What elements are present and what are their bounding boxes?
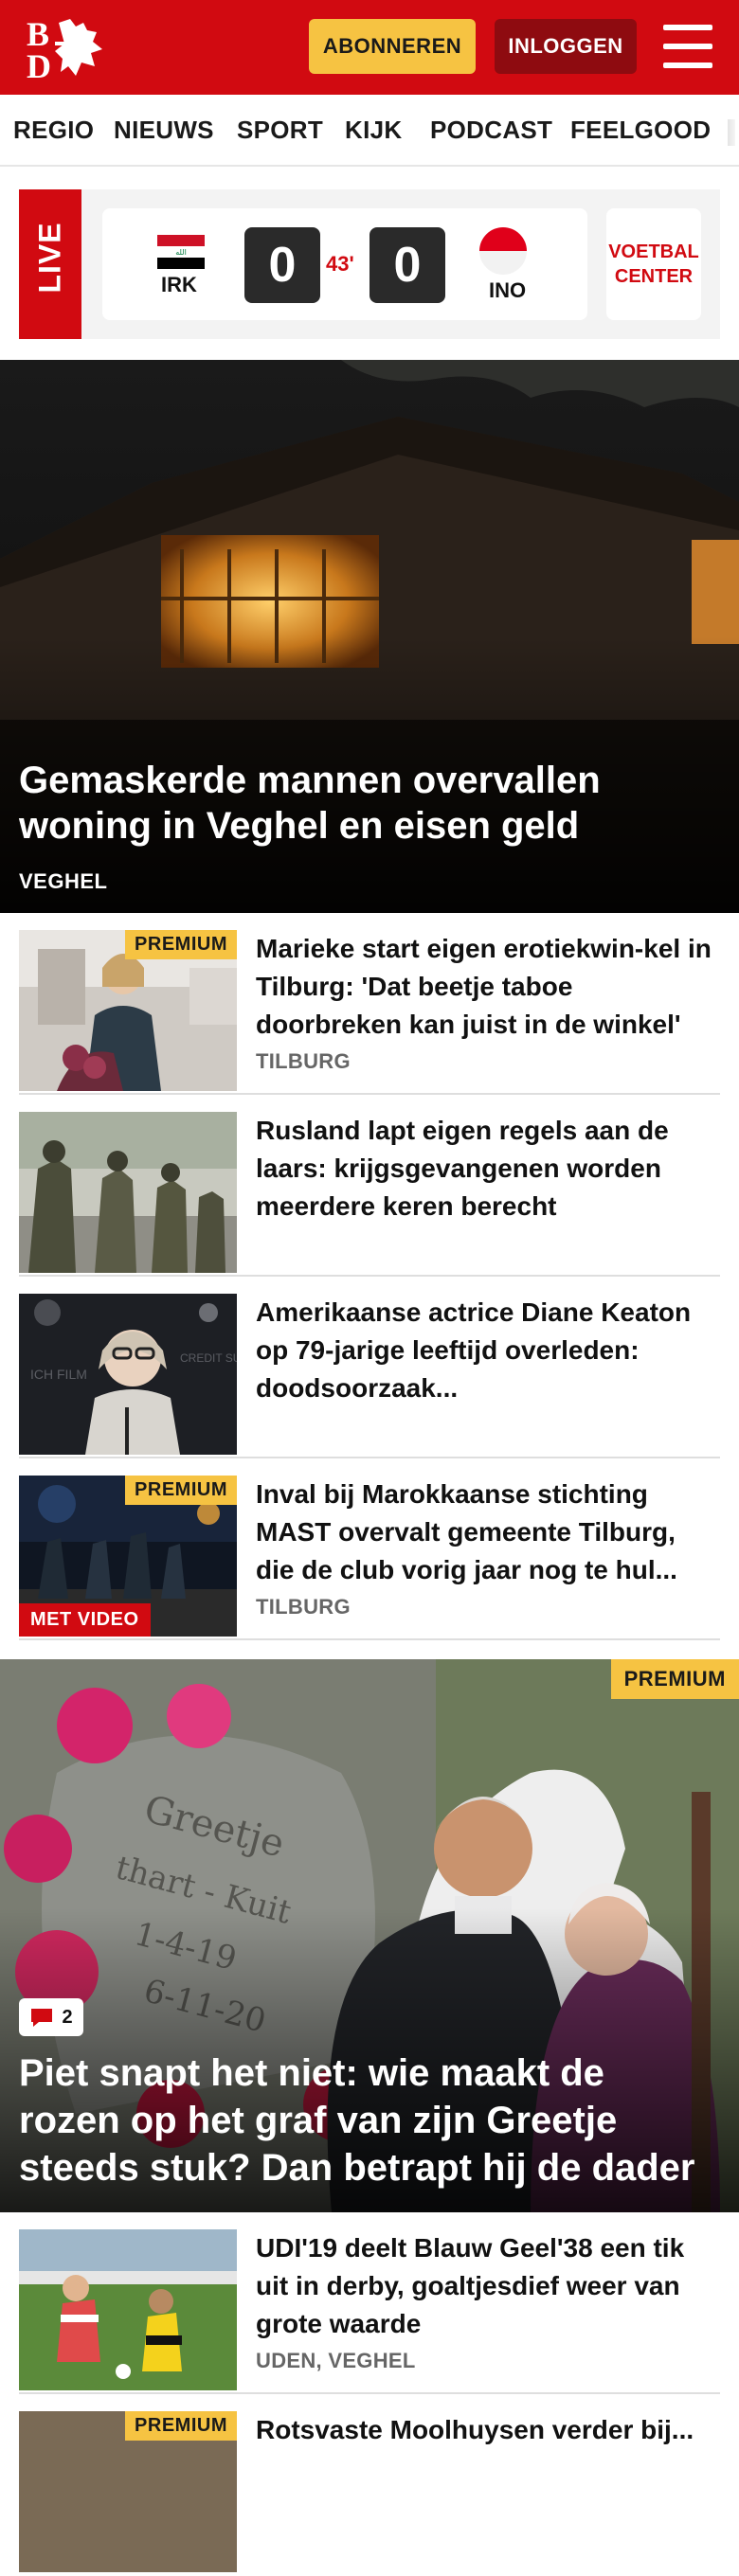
nav-fade <box>711 95 739 165</box>
hero-2-title-line3: steeds stuk? Dan betrapt hij de dader <box>19 2147 695 2189</box>
nav-item-kijk[interactable]: KIJK <box>345 116 402 145</box>
article-thumbnail <box>19 1112 237 1273</box>
live-tag: LIVE <box>19 189 81 339</box>
nav-item-podcast[interactable]: PODCAST <box>430 116 552 145</box>
hero-2-title-line2: rozen op het graf van zijn Greetje <box>19 2100 618 2141</box>
list-item[interactable]: PREMIUM MET VIDEO Inval bij Marokkaanse … <box>19 1458 720 1640</box>
score-card[interactable]: الله IRK 0 43' 0 INO <box>102 208 587 320</box>
article-title[interactable]: Amerikaanse actrice Diane Keaton op 79-j… <box>256 1294 720 1407</box>
article-thumbnail: PREMIUM MET VIDEO <box>19 1476 237 1637</box>
voetbal-center-link[interactable]: VOETBAL CENTER <box>606 208 701 320</box>
nav-item-feelgood[interactable]: FEELGOOD <box>570 116 711 145</box>
premium-badge: PREMIUM <box>610 1659 739 1699</box>
list-item[interactable]: Rusland lapt eigen regels aan de laars: … <box>19 1095 720 1277</box>
article-title[interactable]: Rusland lapt eigen regels aan de laars: … <box>256 1112 720 1225</box>
hero-1-title-line2: woning in Veghel en eisen geld <box>19 805 580 847</box>
comment-count-badge[interactable]: 2 <box>19 1998 83 2036</box>
hero-1-title-line1: Gemaskerde mannen overvallen <box>19 760 601 801</box>
home-team: IRK <box>161 273 197 296</box>
premium-badge: PREMIUM <box>125 930 237 959</box>
list-item[interactable]: PREMIUM Rotsvaste Moolhuysen verder bij.… <box>19 2394 720 2576</box>
svg-text:الله: الله <box>175 248 187 257</box>
video-badge: MET VIDEO <box>19 1603 151 1637</box>
article-thumbnail: PREMIUM <box>19 930 237 1091</box>
live-label: LIVE <box>32 222 67 294</box>
iraq-flag-icon: الله <box>157 235 205 269</box>
hero-1-title[interactable]: Gemaskerde mannen overvallen woning in V… <box>19 758 601 849</box>
svg-text:CREDIT SU: CREDIT SU <box>180 1351 237 1365</box>
article-thumbnail: PREMIUM <box>19 2411 237 2572</box>
list-item[interactable]: ICH FILM CREDIT SU Amerikaanse actrice D… <box>19 1277 720 1458</box>
home-score: 0 <box>244 227 320 303</box>
article-thumbnail <box>19 2229 237 2390</box>
comment-icon <box>31 2009 53 2027</box>
match-minute: 43' <box>326 252 354 276</box>
article-location: TILBURG <box>256 1049 351 1073</box>
hero-article-2[interactable]: Greetje thart - Kuit 1-4-19 6-11-20 PREM… <box>0 1659 739 2212</box>
indonesia-flag-icon <box>479 227 527 275</box>
comment-count: 2 <box>62 2006 73 2028</box>
hero-2-title[interactable]: Piet snapt het niet: wie maakt de rozen … <box>19 2049 695 2191</box>
hero-2-title-line1: Piet snapt het niet: wie maakt de <box>19 2052 604 2094</box>
hero-1-kicker: VEGHEL <box>19 869 108 893</box>
article-title[interactable]: Rotsvaste Moolhuysen verder bij... <box>256 2411 720 2449</box>
article-title[interactable]: Inval bij Marokkaanse stichting MAST ove… <box>256 1476 720 1589</box>
vc-line2: CENTER <box>614 266 694 287</box>
list-item[interactable]: UDI'19 deelt Blauw Geel'38 een tik uit i… <box>19 2212 720 2394</box>
away-team: INO <box>489 278 527 302</box>
premium-badge: PREMIUM <box>125 1476 237 1505</box>
live-score-widget[interactable]: LIVE الله IRK 0 43' 0 INO VOETBAL CENTER <box>19 189 720 339</box>
premium-badge: PREMIUM <box>125 2411 237 2441</box>
list-item[interactable]: PREMIUM Marieke start eigen erotiekwin-k… <box>19 913 720 1095</box>
article-location: TILBURG <box>256 1595 351 1619</box>
svg-text:ICH FILM: ICH FILM <box>30 1367 87 1382</box>
nav-item-regio[interactable]: REGIO <box>13 116 94 145</box>
section-nav: REGIO NIEUWS SPORT KIJK PODCAST FEELGOOD <box>0 95 739 167</box>
article-location: UDEN, VEGHEL <box>256 2349 416 2372</box>
vc-line1: VOETBAL <box>608 242 699 262</box>
site-header: B D ABONNEREN INLOGGEN <box>0 0 739 95</box>
nav-item-nieuws[interactable]: NIEUWS <box>114 116 214 145</box>
login-button[interactable]: INLOGGEN <box>495 19 637 74</box>
article-title[interactable]: Marieke start eigen erotiekwin-kel in Ti… <box>256 930 720 1044</box>
subscribe-button[interactable]: ABONNEREN <box>309 19 476 74</box>
away-score: 0 <box>370 227 445 303</box>
nav-item-sport[interactable]: SPORT <box>237 116 323 145</box>
article-title[interactable]: UDI'19 deelt Blauw Geel'38 een tik uit i… <box>256 2229 720 2343</box>
menu-icon[interactable] <box>663 25 712 68</box>
svg-text:D: D <box>27 47 51 81</box>
bd-logo[interactable]: B D <box>21 13 112 81</box>
article-thumbnail: ICH FILM CREDIT SU <box>19 1294 237 1455</box>
hero-article-1[interactable]: Gemaskerde mannen overvallen woning in V… <box>0 360 739 913</box>
